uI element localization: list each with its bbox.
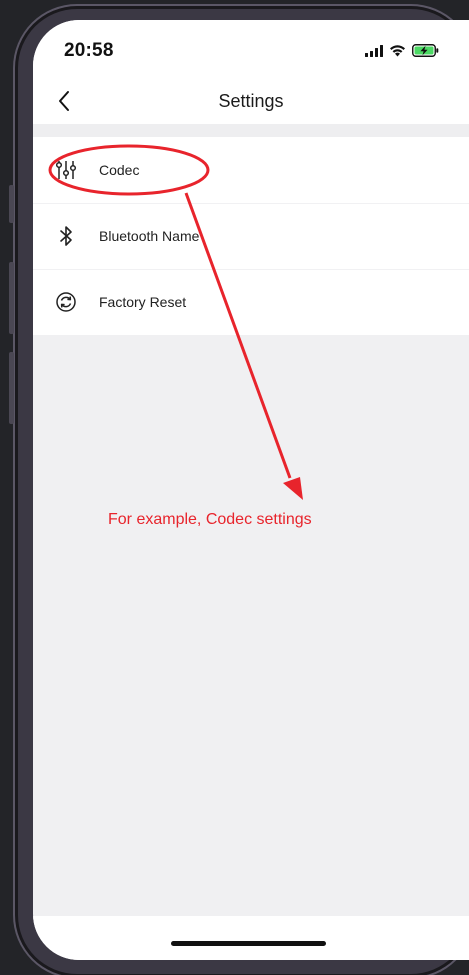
settings-item-factory-reset[interactable]: Factory Reset	[33, 269, 469, 335]
phone-mockup: 20:58 Settings Codec Bluetooth Name Fact…	[0, 0, 469, 975]
phone-screen: 20:58 Settings Codec Bluetooth Name Fact…	[33, 20, 469, 960]
settings-list: Codec Bluetooth Name Factory Reset	[33, 137, 469, 335]
status-bar: 20:58	[33, 20, 469, 82]
settings-item-codec[interactable]: Codec	[33, 137, 469, 203]
section-divider	[33, 124, 469, 137]
phone-volume-up-button	[9, 262, 14, 334]
signal-icon	[365, 44, 383, 62]
settings-item-label: Bluetooth Name	[99, 228, 200, 244]
settings-item-label: Codec	[99, 162, 140, 178]
status-time: 20:58	[64, 40, 114, 61]
battery-charging-icon	[412, 44, 439, 62]
page-title: Settings	[218, 91, 284, 111]
status-icons	[365, 44, 439, 62]
home-indicator[interactable]	[171, 941, 326, 946]
reset-icon	[52, 288, 80, 316]
home-bar-area	[33, 916, 469, 960]
settings-item-bluetooth-name[interactable]: Bluetooth Name	[33, 203, 469, 269]
settings-item-label: Factory Reset	[99, 294, 187, 310]
navigation-bar: Settings	[33, 82, 469, 124]
phone-side-button	[9, 185, 14, 223]
phone-volume-down-button	[9, 352, 14, 424]
wifi-icon	[389, 44, 406, 62]
bluetooth-icon	[52, 222, 80, 250]
sliders-icon	[52, 156, 80, 184]
